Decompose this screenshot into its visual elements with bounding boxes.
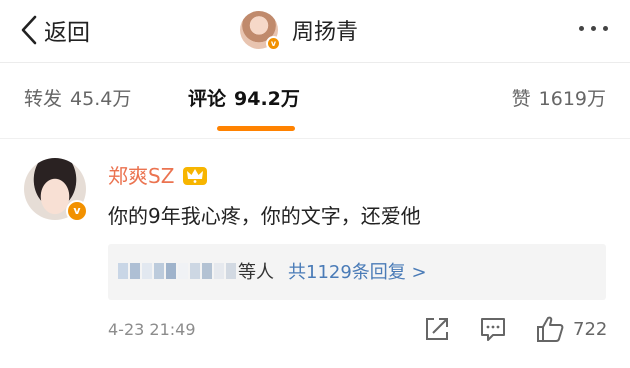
verified-badge-icon: v: [266, 36, 281, 51]
tab-repost-count: 45.4万: [70, 88, 132, 110]
share-icon: [426, 318, 448, 340]
tab-comment[interactable]: 评论 94.2万: [188, 84, 300, 111]
view-replies-link[interactable]: 共1129条回复 >: [288, 258, 427, 284]
reply-button[interactable]: [478, 314, 508, 344]
comment-time: 4-23 21:49: [108, 320, 196, 339]
avatar[interactable]: v: [240, 11, 281, 51]
back-label: 返回: [44, 20, 90, 46]
more-options-icon[interactable]: [579, 26, 608, 31]
tab-comment-label: 评论: [188, 88, 227, 110]
chevron-left-icon: [21, 15, 37, 45]
profile-header[interactable]: v 周扬青: [240, 10, 359, 51]
active-tab-indicator: [217, 126, 295, 131]
comment-icon: [481, 318, 505, 341]
comment-text: 你的9年我心疼，你的文字，还爱他: [108, 204, 421, 228]
profile-name: 周扬青: [292, 20, 359, 45]
like-button[interactable]: 722: [535, 314, 607, 344]
tab-like-label: 赞: [511, 88, 531, 110]
tab-like[interactable]: 赞 1619万: [512, 84, 606, 111]
comment-author[interactable]: 郑爽SZ: [108, 160, 208, 189]
post-tabs: 转发 45.4万 评论 94.2万 赞 1619万: [0, 78, 630, 126]
comment-author-name: 郑爽SZ: [108, 164, 175, 188]
verified-badge-icon: v: [66, 200, 88, 222]
top-nav-bar: 返回 v 周扬青: [0, 0, 630, 62]
blurred-usernames: [118, 263, 236, 279]
divider: [0, 62, 630, 63]
back-button[interactable]: 返回: [20, 14, 90, 46]
like-count: 722: [573, 318, 608, 340]
replies-box[interactable]: 等人 共1129条回复 >: [108, 244, 606, 300]
crown-icon: [183, 166, 208, 185]
tab-like-count: 1619万: [538, 88, 606, 110]
tab-repost-label: 转发: [24, 88, 63, 110]
tab-comment-count: 94.2万: [234, 88, 300, 110]
thumbs-up-icon: [537, 316, 564, 342]
share-button[interactable]: [422, 314, 452, 344]
comment-avatar[interactable]: v: [24, 158, 88, 222]
divider: [0, 138, 630, 139]
replies-tail: 等人: [238, 262, 274, 283]
tab-repost[interactable]: 转发 45.4万: [24, 84, 131, 111]
